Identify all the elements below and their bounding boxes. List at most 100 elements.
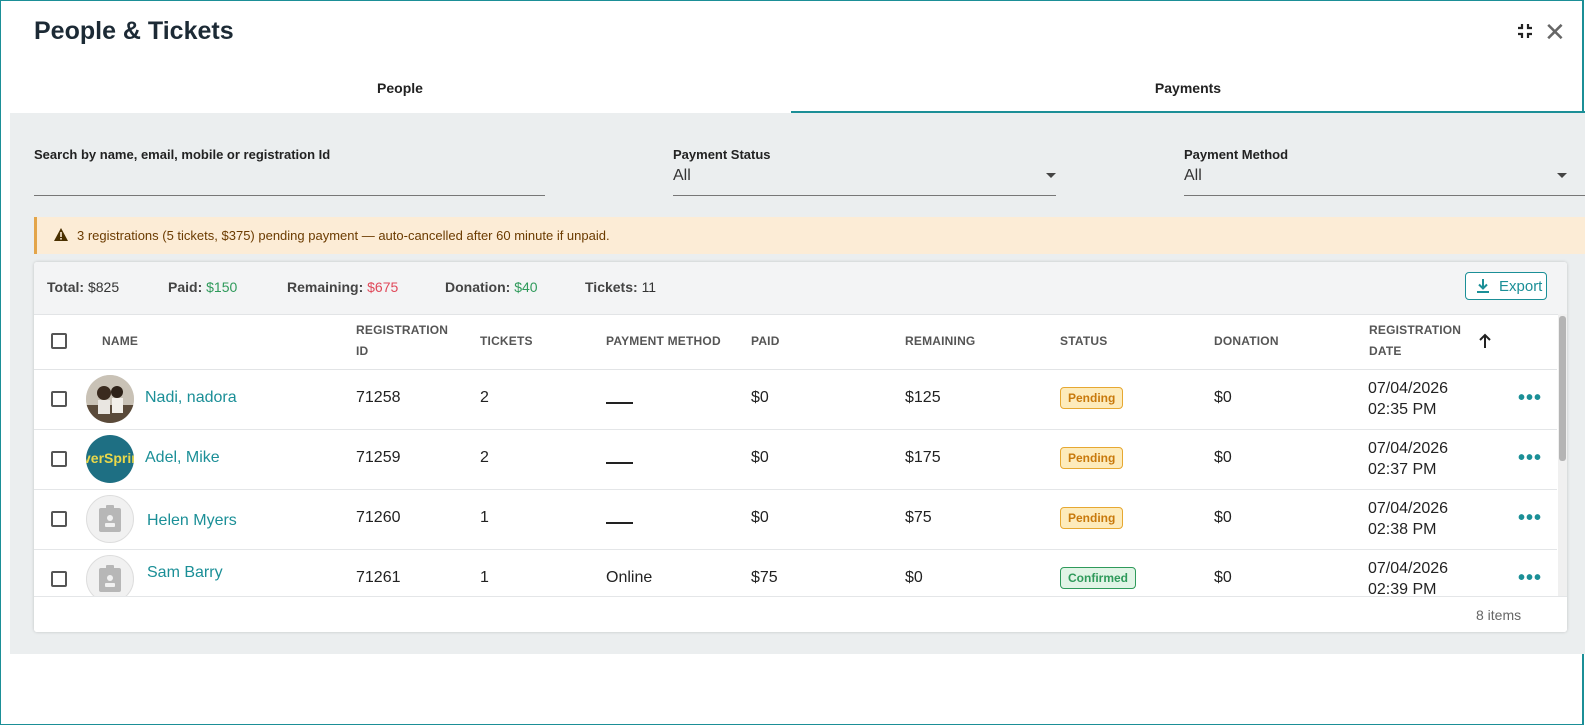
payments-table-card: Total: $825 Paid: $150 Remaining: $675 D… — [34, 262, 1567, 632]
row-tickets: 1 — [480, 509, 489, 526]
row-paid: $0 — [751, 509, 769, 526]
more-options-icon[interactable]: ••• — [1518, 507, 1542, 530]
person-placeholder-icon — [86, 555, 134, 596]
pending-payment-alert: 3 registrations (5 tickets, $375) pendin… — [34, 217, 1585, 254]
row-checkbox[interactable] — [51, 451, 67, 467]
tab-bar: People Payments — [9, 69, 1585, 113]
row-paid: $0 — [751, 449, 769, 466]
row-name-link[interactable]: Helen Myers — [147, 512, 237, 530]
row-date: 07/04/2026 02:37 PM — [1368, 440, 1449, 478]
payment-status-label: Payment Status — [673, 147, 771, 162]
export-button[interactable]: Export — [1465, 272, 1547, 300]
row-date: 07/04/2026 02:38 PM — [1368, 500, 1449, 538]
close-icon[interactable]: ✕ — [1544, 19, 1566, 45]
header-paid[interactable]: PAID — [751, 331, 780, 352]
payments-panel: Search by name, email, mobile or registr… — [10, 113, 1585, 654]
select-all-checkbox[interactable] — [51, 333, 67, 349]
row-remaining: $75 — [905, 509, 932, 526]
row-registration-id[interactable]: 71259 — [356, 449, 401, 467]
header-tickets[interactable]: TICKETS — [480, 331, 533, 352]
row-donation: $0 — [1214, 389, 1232, 406]
summary-remaining: Remaining: $675 — [287, 279, 399, 295]
row-remaining: $175 — [905, 449, 941, 466]
more-options-icon[interactable]: ••• — [1518, 447, 1542, 470]
header-registration-id[interactable]: REGISTRATION ID — [356, 320, 448, 362]
header-status[interactable]: STATUS — [1060, 331, 1107, 352]
row-donation: $0 — [1214, 509, 1232, 526]
table-body: Nadi, nadora 71258 2 $0 $125 Pending $0 … — [34, 369, 1557, 596]
chevron-down-icon[interactable] — [1046, 173, 1056, 178]
collapse-icon[interactable] — [1517, 23, 1533, 43]
status-badge: Confirmed — [1060, 567, 1136, 589]
payment-method-value[interactable]: All — [1184, 167, 1202, 185]
scrollbar-thumb[interactable] — [1559, 316, 1566, 461]
summary-donation: Donation: $40 — [445, 279, 538, 295]
avatar-logo-text: verSprin — [86, 450, 134, 466]
download-icon — [1476, 278, 1490, 298]
table-footer: 8 items — [34, 596, 1567, 632]
payment-method-label: Payment Method — [1184, 147, 1289, 162]
person-placeholder-icon — [86, 495, 134, 543]
table-scrollbar[interactable] — [1558, 314, 1567, 596]
row-registration-id[interactable]: 71260 — [356, 509, 401, 527]
row-checkbox[interactable] — [51, 391, 67, 407]
table-row[interactable]: Sam Barry 71261 1 Online $75 $0 Confirme… — [34, 549, 1557, 596]
row-registration-id[interactable]: 71261 — [356, 569, 401, 587]
status-badge: Pending — [1060, 507, 1124, 529]
header-remaining[interactable]: REMAINING — [905, 331, 975, 352]
row-checkbox[interactable] — [51, 571, 67, 587]
modal-window: People & Tickets ✕ People Payments Searc… — [0, 0, 1585, 725]
row-payment-method-empty — [606, 402, 633, 404]
chevron-down-icon[interactable] — [1557, 173, 1567, 178]
page-title: People & Tickets — [34, 17, 234, 45]
tab-people[interactable]: People — [9, 69, 791, 113]
payment-status-value[interactable]: All — [673, 167, 691, 185]
row-tickets: 1 — [480, 569, 489, 586]
row-payment-method-empty — [606, 522, 633, 524]
row-date: 07/04/2026 02:39 PM — [1368, 560, 1449, 596]
row-tickets: 2 — [480, 389, 489, 406]
summary-paid: Paid: $150 — [168, 279, 238, 295]
row-remaining: $0 — [905, 569, 923, 586]
export-label: Export — [1499, 278, 1543, 295]
row-date: 07/04/2026 02:35 PM — [1368, 380, 1449, 418]
arrow-up-icon[interactable] — [1478, 333, 1492, 354]
tab-payments[interactable]: Payments — [791, 69, 1585, 113]
table-row[interactable]: Nadi, nadora 71258 2 $0 $125 Pending $0 … — [34, 369, 1557, 430]
header-payment-method[interactable]: PAYMENT METHOD — [606, 331, 721, 352]
summary-total: Total: $825 — [47, 279, 120, 295]
table-row[interactable]: Helen Myers 71260 1 $0 $75 Pending $0 07… — [34, 489, 1557, 550]
row-name-link[interactable]: Nadi, nadora — [145, 389, 237, 407]
row-name-link[interactable]: Sam Barry — [147, 564, 223, 582]
payment-status-select[interactable] — [673, 195, 1056, 196]
header-name[interactable]: NAME — [102, 331, 138, 352]
row-checkbox[interactable] — [51, 511, 67, 527]
avatar: verSprin — [86, 435, 134, 483]
header-donation[interactable]: DONATION — [1214, 331, 1279, 352]
summary-bar: Total: $825 Paid: $150 Remaining: $675 D… — [34, 262, 1567, 315]
status-badge: Pending — [1060, 387, 1124, 409]
row-tickets: 2 — [480, 449, 489, 466]
more-options-icon[interactable]: ••• — [1518, 567, 1542, 590]
header-registration-date[interactable]: REGISTRATION DATE — [1369, 320, 1461, 362]
more-options-icon[interactable]: ••• — [1518, 387, 1542, 410]
row-paid: $75 — [751, 569, 778, 586]
warning-icon — [53, 227, 69, 247]
row-payment-method-empty — [606, 462, 633, 464]
summary-tickets: Tickets: 11 — [585, 279, 657, 295]
table-header: NAME REGISTRATION ID TICKETS PAYMENT MET… — [34, 314, 1557, 370]
row-donation: $0 — [1214, 569, 1232, 586]
row-registration-id[interactable]: 71258 — [356, 389, 401, 407]
row-remaining: $125 — [905, 389, 941, 406]
table-row[interactable]: verSprin Adel, Mike 71259 2 $0 $175 Pend… — [34, 429, 1557, 490]
row-payment-method: Online — [606, 569, 653, 586]
search-label: Search by name, email, mobile or registr… — [34, 147, 331, 162]
payment-method-select[interactable] — [1184, 195, 1585, 196]
status-badge: Pending — [1060, 447, 1124, 469]
avatar — [86, 375, 134, 423]
alert-text: 3 registrations (5 tickets, $375) pendin… — [77, 228, 610, 243]
row-donation: $0 — [1214, 449, 1232, 466]
row-name-link[interactable]: Adel, Mike — [145, 449, 220, 467]
search-input[interactable] — [34, 195, 545, 196]
item-count: 8 items — [1476, 607, 1522, 623]
